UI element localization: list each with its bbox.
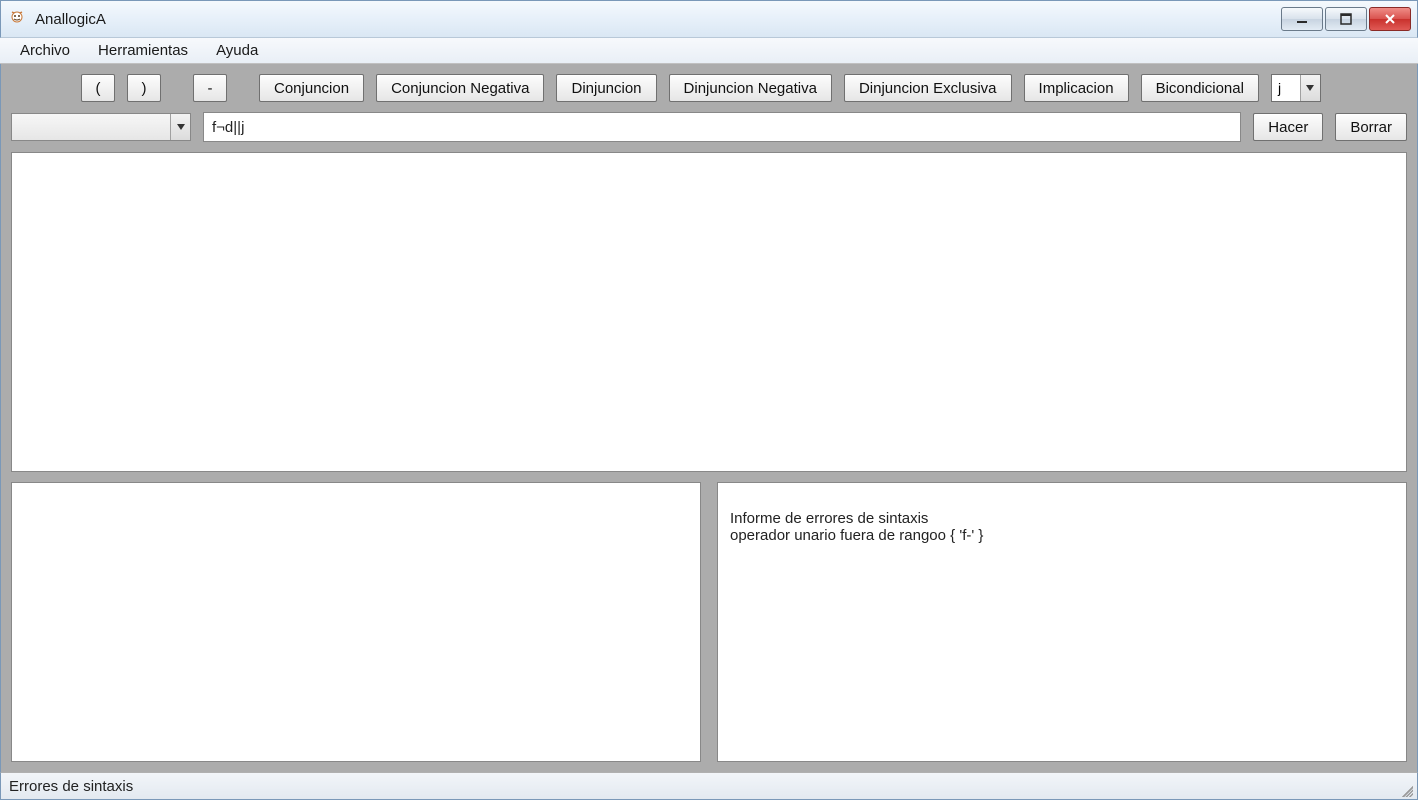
menu-ayuda[interactable]: Ayuda [202, 38, 272, 63]
main-output-panel[interactable] [11, 152, 1407, 472]
do-button[interactable]: Hacer [1253, 113, 1323, 141]
maximize-button[interactable] [1325, 7, 1367, 31]
variable-select-value: j [1278, 80, 1281, 96]
formula-input[interactable]: f¬d||j [203, 112, 1241, 142]
chevron-down-icon [1300, 75, 1320, 101]
chevron-down-icon [170, 114, 190, 140]
open-paren-button[interactable]: ( [81, 74, 115, 102]
menubar: Archivo Herramientas Ayuda [0, 38, 1418, 64]
window-title: AnallogicA [35, 11, 106, 28]
formula-row: f¬d||j Hacer Borrar [11, 112, 1407, 142]
variable-select[interactable]: j [1271, 74, 1321, 102]
menu-herramientas[interactable]: Herramientas [84, 38, 202, 63]
titlebar: AnallogicA [0, 0, 1418, 38]
bottom-panels: Informe de errores de sintaxis operador … [11, 482, 1407, 762]
menu-archivo[interactable]: Archivo [6, 38, 84, 63]
negation-button[interactable]: - [193, 74, 227, 102]
close-button[interactable] [1369, 7, 1411, 31]
dinjuncion-button[interactable]: Dinjuncion [556, 74, 656, 102]
conjuncion-button[interactable]: Conjuncion [259, 74, 364, 102]
conjuncion-negativa-button[interactable]: Conjuncion Negativa [376, 74, 544, 102]
syntax-error-content: Informe de errores de sintaxis operador … [730, 510, 983, 544]
statusbar: Errores de sintaxis [0, 772, 1418, 800]
bicondicional-button[interactable]: Bicondicional [1141, 74, 1259, 102]
implicacion-button[interactable]: Implicacion [1024, 74, 1129, 102]
left-output-panel[interactable] [11, 482, 701, 762]
close-paren-button[interactable]: ) [127, 74, 161, 102]
operator-toolbar: ( ) - Conjuncion Conjuncion Negativa Din… [11, 74, 1407, 102]
syntax-error-panel[interactable]: Informe de errores de sintaxis operador … [717, 482, 1407, 762]
clear-button[interactable]: Borrar [1335, 113, 1407, 141]
app-body: ( ) - Conjuncion Conjuncion Negativa Din… [0, 64, 1418, 772]
window-controls [1281, 7, 1411, 31]
dinjuncion-exclusiva-button[interactable]: Dinjuncion Exclusiva [844, 74, 1012, 102]
statusbar-text: Errores de sintaxis [9, 778, 133, 795]
resize-grip-icon[interactable] [1399, 783, 1413, 797]
app-icon [7, 9, 27, 29]
history-select[interactable] [11, 113, 191, 141]
minimize-button[interactable] [1281, 7, 1323, 31]
formula-input-value: f¬d||j [212, 119, 244, 136]
dinjuncion-negativa-button[interactable]: Dinjuncion Negativa [669, 74, 832, 102]
